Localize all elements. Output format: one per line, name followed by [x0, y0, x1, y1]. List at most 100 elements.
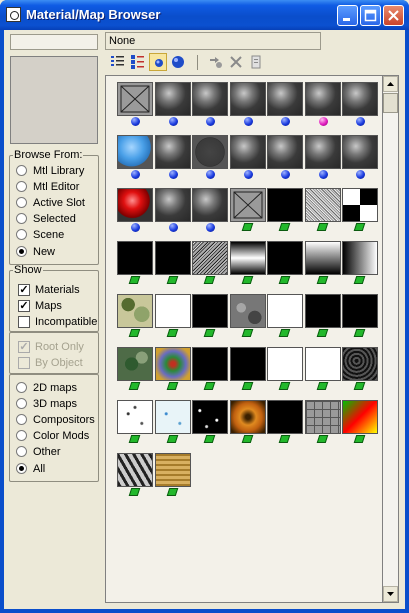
swatch-item[interactable]: [192, 347, 228, 391]
map-swatch[interactable]: [192, 400, 228, 434]
app-icon[interactable]: [6, 7, 21, 22]
material-swatch[interactable]: [229, 135, 266, 169]
radio-compositors[interactable]: [16, 414, 27, 425]
swatch-item[interactable]: [117, 82, 153, 126]
swatch-item[interactable]: [342, 400, 378, 444]
map-swatch[interactable]: [342, 241, 378, 275]
materials-check[interactable]: ✓: [18, 283, 30, 296]
swatch-item[interactable]: [117, 400, 153, 444]
swatch-item[interactable]: [229, 135, 266, 179]
browse-from-scene[interactable]: Scene: [16, 227, 64, 242]
root-only-checkbox[interactable]: ✓ Root Only: [18, 339, 84, 354]
map-swatch[interactable]: [192, 241, 228, 275]
swatch-item[interactable]: [229, 347, 266, 391]
close-button[interactable]: [383, 5, 404, 26]
map-swatch[interactable]: [267, 294, 303, 328]
radio-3d-maps[interactable]: [16, 398, 27, 409]
map-swatch[interactable]: [229, 400, 266, 434]
map-swatch[interactable]: [304, 188, 341, 222]
map-swatch[interactable]: [154, 241, 191, 275]
view-list-button[interactable]: [109, 53, 127, 71]
material-name-field[interactable]: [10, 34, 98, 50]
minimize-button[interactable]: [337, 5, 358, 26]
view-list-icons-button[interactable]: [129, 53, 147, 71]
swatch-item[interactable]: [342, 294, 378, 338]
scroll-down-button[interactable]: [383, 586, 398, 602]
map-swatch[interactable]: [304, 294, 341, 328]
material-swatch[interactable]: [192, 135, 228, 169]
map-swatch[interactable]: [117, 294, 153, 328]
material-swatch[interactable]: [154, 82, 191, 116]
radio-mtl-editor[interactable]: [16, 181, 27, 192]
swatch-item[interactable]: [304, 135, 341, 179]
material-swatch[interactable]: [117, 188, 153, 222]
swatch-item[interactable]: [192, 135, 228, 179]
radio-mtl-library[interactable]: [16, 165, 27, 176]
map-swatch[interactable]: [342, 347, 378, 381]
map-swatch[interactable]: [192, 294, 228, 328]
map-swatch[interactable]: [267, 400, 303, 434]
swatch-item[interactable]: [304, 347, 341, 391]
radio-other[interactable]: [16, 446, 27, 457]
swatch-item[interactable]: [154, 82, 191, 126]
filter-compositors[interactable]: Compositors: [16, 412, 95, 427]
title-bar[interactable]: Material/Map Browser: [0, 0, 409, 30]
map-swatch[interactable]: [267, 347, 303, 381]
map-swatch[interactable]: [229, 188, 266, 222]
material-swatch[interactable]: [342, 135, 378, 169]
map-swatch[interactable]: [154, 347, 191, 381]
radio-new[interactable]: [16, 246, 27, 257]
material-swatch[interactable]: [304, 135, 341, 169]
material-swatch[interactable]: [192, 188, 228, 222]
filter-other[interactable]: Other: [16, 444, 61, 459]
radio-color-mods[interactable]: [16, 430, 27, 441]
swatch-item[interactable]: [154, 135, 191, 179]
map-swatch[interactable]: [229, 347, 266, 381]
by-object-checkbox[interactable]: By Object: [18, 355, 83, 370]
swatch-item[interactable]: [267, 400, 303, 444]
maximize-button[interactable]: [360, 5, 381, 26]
filter-3d-maps[interactable]: 3D maps: [16, 396, 77, 411]
show-materials-checkbox[interactable]: ✓ Materials: [18, 282, 80, 297]
swatch-item[interactable]: [117, 241, 153, 285]
swatch-item[interactable]: [192, 400, 228, 444]
swatch-item[interactable]: [154, 453, 191, 497]
browse-from-active-slot[interactable]: Active Slot: [16, 195, 85, 210]
material-swatch[interactable]: [192, 82, 228, 116]
filter-2d-maps[interactable]: 2D maps: [16, 380, 77, 395]
root-only-check[interactable]: ✓: [18, 340, 30, 353]
swatch-item[interactable]: [229, 188, 266, 232]
incompatible-check[interactable]: [18, 315, 30, 328]
vertical-scrollbar[interactable]: [382, 75, 399, 603]
swatch-item[interactable]: [154, 241, 191, 285]
map-swatch[interactable]: [117, 241, 153, 275]
swatch-item[interactable]: [192, 188, 228, 232]
swatch-item[interactable]: [267, 347, 303, 391]
material-map-list[interactable]: [105, 75, 398, 603]
swatch-item[interactable]: [154, 347, 191, 391]
map-swatch[interactable]: [342, 400, 378, 434]
current-path-field[interactable]: None: [105, 32, 321, 50]
swatch-item[interactable]: [229, 241, 266, 285]
swatch-item[interactable]: [154, 294, 191, 338]
map-swatch[interactable]: [154, 453, 191, 487]
swatch-item[interactable]: [229, 82, 266, 126]
swatch-item[interactable]: [267, 135, 303, 179]
swatch-item[interactable]: [342, 135, 378, 179]
swatch-item[interactable]: [229, 294, 266, 338]
material-swatch[interactable]: [229, 82, 266, 116]
delete-button[interactable]: [227, 53, 245, 71]
radio-2d-maps[interactable]: [16, 382, 27, 393]
map-swatch[interactable]: [229, 241, 266, 275]
swatch-item[interactable]: [192, 294, 228, 338]
clear-library-button[interactable]: [247, 53, 265, 71]
swatch-item[interactable]: [117, 453, 153, 497]
radio-scene[interactable]: [16, 229, 27, 240]
material-swatch[interactable]: [117, 135, 153, 169]
browse-from-selected[interactable]: Selected: [16, 211, 76, 226]
radio-selected[interactable]: [16, 213, 27, 224]
show-incompatible-checkbox[interactable]: Incompatible: [18, 314, 97, 329]
browse-from-mtl-editor[interactable]: Mtl Editor: [16, 179, 79, 194]
material-swatch[interactable]: [154, 188, 191, 222]
map-swatch[interactable]: [117, 400, 153, 434]
